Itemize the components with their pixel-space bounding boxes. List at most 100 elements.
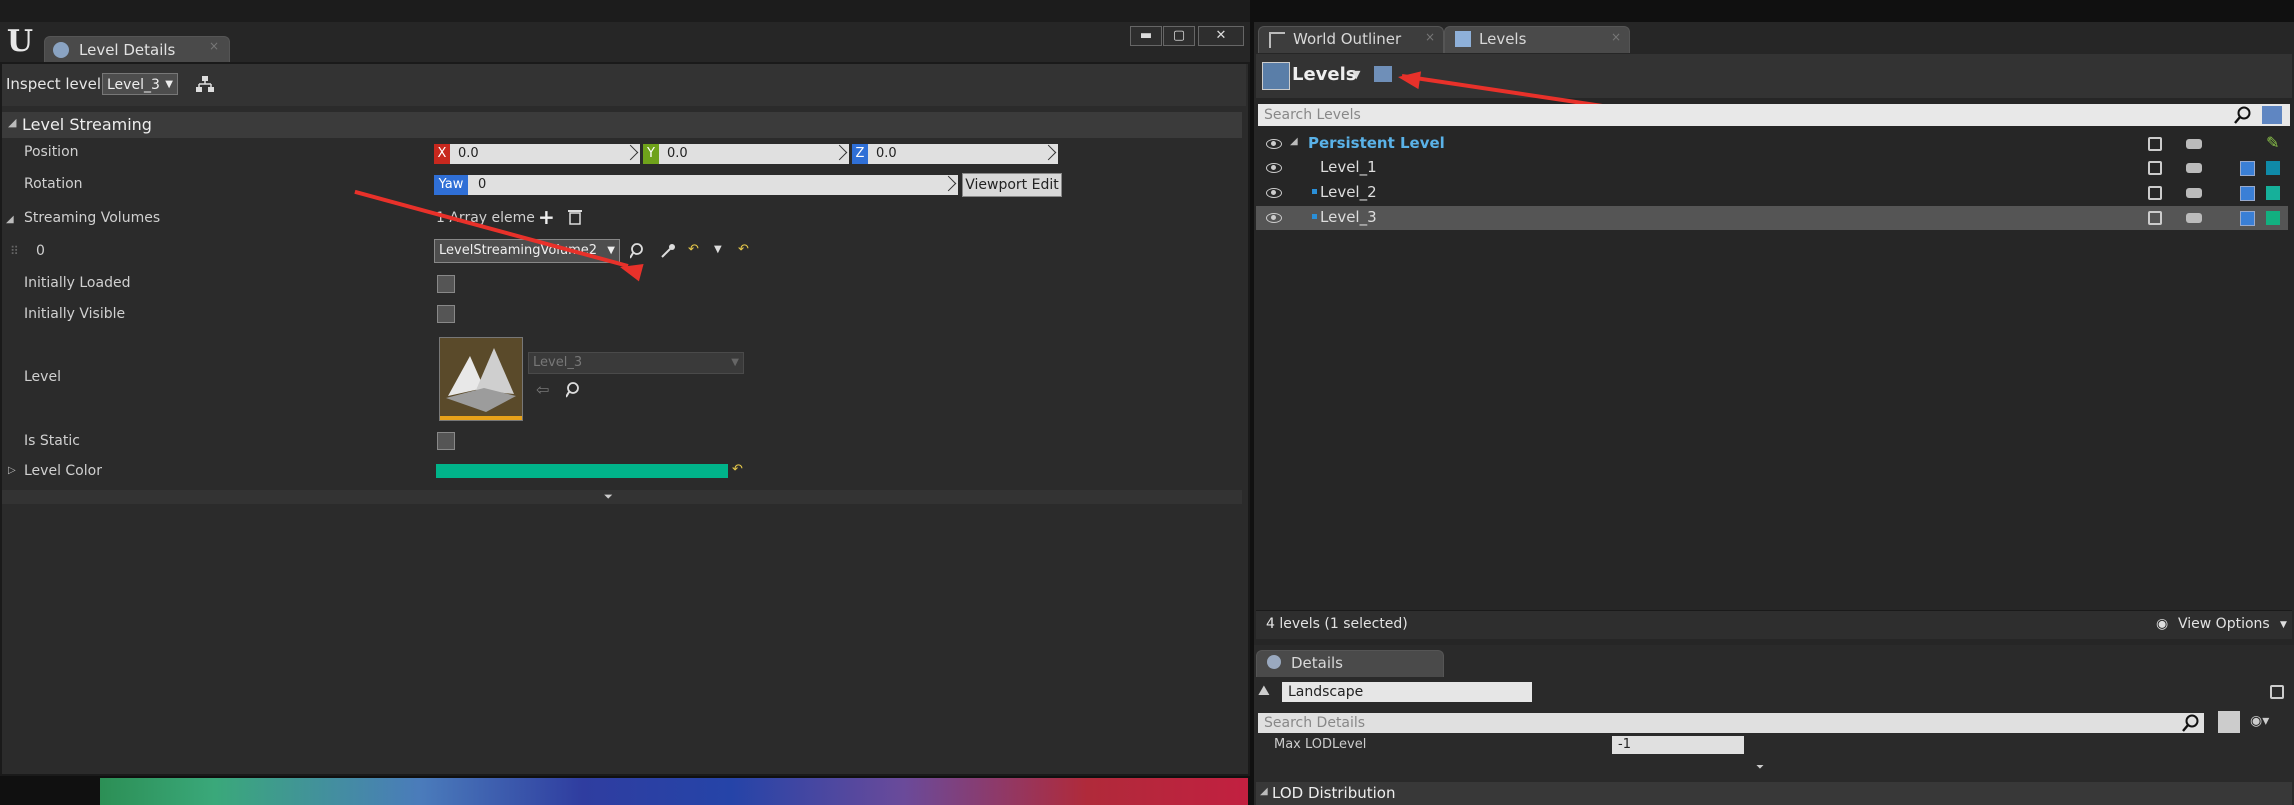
- level-dot-icon: [1312, 189, 1317, 194]
- browse-search-icon[interactable]: [630, 243, 646, 259]
- save-icon[interactable]: [2240, 161, 2255, 176]
- tab-details[interactable]: Details: [1256, 650, 1444, 677]
- levels-details-icon[interactable]: [1374, 66, 1392, 82]
- position-y-field[interactable]: 0.0: [659, 144, 849, 164]
- gamepad-icon[interactable]: [2186, 163, 2202, 173]
- level-dot-icon: [1312, 214, 1317, 219]
- is-static-checkbox[interactable]: [437, 432, 455, 450]
- inspect-label: Inspect level:: [6, 75, 107, 93]
- tab-world-outliner[interactable]: World Outliner ×: [1258, 26, 1444, 53]
- level-name: Level_1: [1320, 158, 1377, 176]
- search-icon: [2234, 106, 2251, 124]
- axis-y-label: Y: [643, 144, 659, 164]
- axis-x-label: X: [434, 144, 450, 164]
- reset-to-default-icon[interactable]: ↶: [738, 242, 749, 257]
- property-matrix-icon[interactable]: [2218, 711, 2240, 733]
- show-advanced-icon[interactable]: ⏷: [1756, 762, 1764, 773]
- inspect-level-combo[interactable]: Level_3 ▼: [102, 73, 178, 95]
- gamepad-icon[interactable]: [2186, 139, 2202, 149]
- streaming-volume-combo[interactable]: LevelStreamingVolume2 ▼: [434, 239, 620, 263]
- yaw-field[interactable]: 0: [468, 175, 958, 195]
- level-label: Level: [24, 369, 61, 385]
- initially-visible-checkbox[interactable]: [437, 305, 455, 323]
- gamepad-icon[interactable]: [2186, 213, 2202, 223]
- level-color-swatch[interactable]: [436, 464, 728, 478]
- trash-icon[interactable]: [568, 209, 582, 225]
- actor-icon: ⛰: [1258, 683, 1270, 699]
- list-item-level[interactable]: ◢ Persistent Level ✎: [1256, 132, 2288, 156]
- unreal-logo-icon: U: [6, 24, 34, 59]
- tab-levels[interactable]: Levels ×: [1444, 26, 1630, 53]
- visibility-eye-icon[interactable]: [1266, 188, 1282, 198]
- expand-arrow-icon[interactable]: ▷: [8, 465, 16, 476]
- reset-to-default-icon[interactable]: ↶: [732, 462, 743, 477]
- list-item-level[interactable]: Level_2: [1256, 181, 2288, 205]
- collapse-arrow-icon[interactable]: ◢: [1290, 136, 1298, 147]
- level-color-swatch[interactable]: [2266, 161, 2280, 175]
- initially-loaded-label: Initially Loaded: [24, 275, 131, 291]
- show-advanced-icon[interactable]: ⏷: [604, 490, 613, 504]
- level-asset-combo: Level_3 ▼: [528, 352, 744, 374]
- initially-loaded-checkbox[interactable]: [437, 275, 455, 293]
- levels-menu-icon[interactable]: [1262, 62, 1290, 90]
- level-color-swatch[interactable]: [2266, 211, 2280, 225]
- lock-icon[interactable]: [2148, 137, 2162, 151]
- hierarchy-icon[interactable]: [196, 75, 214, 93]
- save-icon[interactable]: [2240, 211, 2255, 226]
- position-z-value: 0.0: [876, 146, 897, 161]
- tab-close-icon[interactable]: ×: [209, 39, 219, 53]
- drag-icon: [1040, 144, 1057, 161]
- use-selected-arrow-icon[interactable]: ⇦: [536, 380, 549, 399]
- lock-icon[interactable]: [2270, 685, 2284, 699]
- lock-icon[interactable]: [2148, 186, 2162, 200]
- expand-arrow-icon[interactable]: ◢: [6, 214, 14, 225]
- close-button[interactable]: ✕: [1198, 26, 1244, 46]
- drag-icon: [831, 144, 848, 161]
- list-item-level[interactable]: Level_1: [1256, 156, 2288, 180]
- drag-icon: [622, 144, 639, 161]
- visibility-eye-icon[interactable]: [1266, 139, 1282, 149]
- levels-menu-title[interactable]: Levels: [1292, 64, 1357, 85]
- yaw-label: Yaw: [434, 175, 468, 195]
- position-x-field[interactable]: 0.0: [450, 144, 640, 164]
- add-level-icon[interactable]: [2262, 106, 2282, 124]
- level-thumbnail[interactable]: [439, 337, 523, 421]
- view-options-eye-icon[interactable]: ◉▾: [2250, 713, 2269, 729]
- eyedropper-icon[interactable]: [660, 243, 676, 259]
- gamepad-icon[interactable]: [2186, 188, 2202, 198]
- section-level-streaming[interactable]: ◢ Level Streaming: [2, 112, 1242, 138]
- advanced-divider: [2, 490, 1242, 504]
- actor-name-field[interactable]: Landscape: [1282, 682, 1532, 702]
- view-options-button[interactable]: View Options: [2178, 616, 2270, 632]
- browse-search-icon[interactable]: [566, 382, 582, 398]
- level-name: Level_2: [1320, 183, 1377, 201]
- levels-search-input[interactable]: Search Levels: [1258, 104, 2290, 126]
- level-color-swatch[interactable]: [2266, 186, 2280, 200]
- tab-level-details[interactable]: Level Details ×: [44, 36, 230, 63]
- max-lod-field[interactable]: -1: [1612, 736, 1744, 754]
- position-z-field[interactable]: 0.0: [868, 144, 1058, 164]
- add-element-icon[interactable]: +: [538, 205, 555, 229]
- details-icon: [1267, 655, 1281, 669]
- tab-close-icon[interactable]: ×: [1425, 30, 1435, 44]
- visibility-eye-icon[interactable]: [1266, 163, 1282, 173]
- pencil-icon[interactable]: ✎: [2266, 133, 2279, 152]
- lock-icon[interactable]: [2148, 211, 2162, 225]
- details-search-input[interactable]: Search Details: [1258, 713, 2204, 733]
- streaming-volumes-label: Streaming Volumes: [24, 210, 161, 226]
- drag-handle-icon[interactable]: ⠿: [10, 244, 19, 258]
- viewport-edit-button[interactable]: Viewport Edit: [962, 173, 1062, 197]
- actor-name: Landscape: [1288, 684, 1364, 700]
- options-chevron-icon[interactable]: ▼: [714, 244, 722, 255]
- section-lod-distribution[interactable]: ◢ LOD Distribution: [1256, 782, 2292, 805]
- save-icon[interactable]: [2240, 186, 2255, 201]
- reset-arrow-icon[interactable]: ↶: [688, 242, 699, 257]
- maximize-button[interactable]: ▢: [1163, 26, 1195, 46]
- lock-icon[interactable]: [2148, 161, 2162, 175]
- list-item-level-selected[interactable]: Level_3: [1256, 206, 2288, 230]
- search-icon: [2182, 714, 2199, 732]
- minimize-button[interactable]: ▬: [1130, 26, 1162, 46]
- visibility-eye-icon[interactable]: [1266, 213, 1282, 223]
- chevron-down-icon[interactable]: ▼: [1352, 68, 1360, 81]
- tab-close-icon[interactable]: ×: [1611, 30, 1621, 44]
